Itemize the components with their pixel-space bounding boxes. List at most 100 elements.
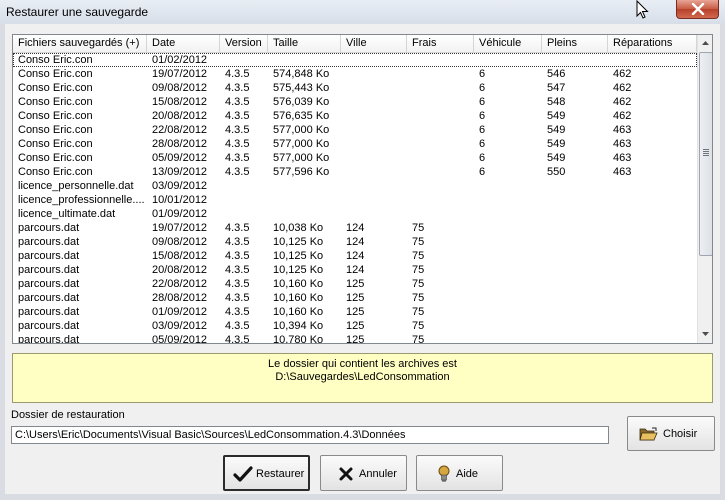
table-row[interactable]: Conso Eric.con 22/08/2012 4.3.5 577,000 Ko 6… xyxy=(13,123,697,137)
table-row[interactable]: Conso Eric.con 01/02/2012 xyxy=(13,53,697,67)
column-header[interactable]: Fichiers sauvegardés (+) xyxy=(13,35,147,52)
table-cell xyxy=(608,179,697,193)
column-header[interactable]: Réparations xyxy=(608,35,697,52)
restore-folder-field[interactable]: C:\Users\Eric\Documents\Visual Basic\Sou… xyxy=(11,426,609,444)
cancel-label: Annuler xyxy=(359,468,397,480)
column-header[interactable]: Date xyxy=(147,35,220,52)
table-cell: 28/08/2012 xyxy=(152,292,208,304)
table-cell xyxy=(608,249,697,263)
table-row[interactable]: parcours.dat 01/09/2012 4.3.5 10,160 Ko 125 7… xyxy=(13,305,697,319)
close-button[interactable] xyxy=(676,0,719,19)
scroll-down-button[interactable] xyxy=(698,326,712,342)
table-row[interactable]: parcours.dat 22/08/2012 4.3.5 10,160 Ko 125 7… xyxy=(13,277,697,291)
table-row[interactable]: parcours.dat 15/08/2012 4.3.5 10,125 Ko 124 7… xyxy=(13,249,697,263)
column-header[interactable]: Frais xyxy=(407,35,474,52)
table-cell: 01/02/2012 xyxy=(152,54,208,66)
table-cell: 4.3.5 xyxy=(225,250,250,262)
table-cell xyxy=(341,53,407,67)
table-cell: 4.3.5 xyxy=(225,320,250,332)
help-button[interactable]: Aide xyxy=(416,455,503,491)
restore-folder-label: Dossier de restauration xyxy=(11,409,125,421)
scroll-thumb[interactable] xyxy=(699,52,712,256)
table-cell: parcours.dat xyxy=(18,236,80,248)
table-cell xyxy=(608,263,697,277)
table-cell xyxy=(341,193,407,207)
table-cell xyxy=(542,305,608,319)
table-cell xyxy=(474,221,542,235)
table-cell: parcours.dat xyxy=(18,334,80,343)
table-cell xyxy=(474,305,542,319)
table-row[interactable]: Conso Eric.con 20/08/2012 4.3.5 576,635 Ko 6… xyxy=(13,109,697,123)
table-cell: 10,160 Ko xyxy=(273,306,324,318)
table-cell: 75 xyxy=(412,250,425,262)
table-cell: 462 xyxy=(613,96,632,108)
table-cell xyxy=(542,221,608,235)
table-cell: 4.3.5 xyxy=(225,306,250,318)
table-row[interactable]: licence_personnelle.dat 03/09/2012 xyxy=(13,179,697,193)
vertical-scrollbar[interactable] xyxy=(697,35,712,343)
backup-file-list[interactable]: Fichiers sauvegardés (+) Date Version Taill… xyxy=(12,34,713,344)
table-cell: 19/07/2012 xyxy=(152,222,208,234)
table-cell: 577,000 Ko xyxy=(273,124,330,136)
table-row[interactable]: Conso Eric.con 09/08/2012 4.3.5 575,443 Ko 6… xyxy=(13,81,697,95)
table-cell xyxy=(608,207,697,221)
table-cell xyxy=(542,291,608,305)
table-cell xyxy=(407,151,474,165)
table-row[interactable]: Conso Eric.con 19/07/2012 4.3.5 574,848 Ko 6… xyxy=(13,67,697,81)
table-cell xyxy=(542,249,608,263)
table-cell: 10,160 Ko xyxy=(273,278,324,290)
table-row[interactable]: licence_ultimate.dat 01/09/2012 xyxy=(13,207,697,221)
table-cell: 10,394 Ko xyxy=(273,320,324,332)
table-cell xyxy=(341,137,407,151)
table-cell xyxy=(220,179,268,193)
table-cell xyxy=(474,277,542,291)
column-header[interactable]: Véhicule xyxy=(474,35,542,52)
column-header[interactable]: Taille xyxy=(268,35,341,52)
table-cell: 75 xyxy=(412,236,425,248)
column-header[interactable]: Pleins xyxy=(542,35,608,52)
table-row[interactable]: parcours.dat 20/08/2012 4.3.5 10,125 Ko 124 7… xyxy=(13,263,697,277)
table-cell xyxy=(341,123,407,137)
column-header[interactable]: Ville xyxy=(341,35,407,52)
table-cell: 05/09/2012 xyxy=(152,334,208,343)
table-cell: 10,780 Ko xyxy=(273,334,324,343)
table-cell xyxy=(407,109,474,123)
table-row[interactable]: parcours.dat 28/08/2012 4.3.5 10,160 Ko 125 7… xyxy=(13,291,697,305)
table-cell: 20/08/2012 xyxy=(152,110,208,122)
lightbulb-icon xyxy=(438,465,450,482)
table-cell: Conso Eric.con xyxy=(18,166,93,178)
table-cell xyxy=(608,277,697,291)
table-cell xyxy=(608,305,697,319)
table-cell: 75 xyxy=(412,306,425,318)
table-cell: parcours.dat xyxy=(18,306,80,318)
table-row[interactable]: Conso Eric.con 15/08/2012 4.3.5 576,039 Ko 6… xyxy=(13,95,697,109)
scroll-up-button[interactable] xyxy=(698,35,712,51)
grip-line xyxy=(703,153,709,154)
column-header[interactable]: Version xyxy=(220,35,268,52)
restore-button[interactable]: Restaurer xyxy=(223,455,310,491)
table-cell xyxy=(542,263,608,277)
mouse-cursor-icon xyxy=(636,0,649,19)
table-cell: 124 xyxy=(346,236,365,248)
table-cell: 4.3.5 xyxy=(225,152,250,164)
table-cell xyxy=(474,333,542,343)
table-row[interactable]: parcours.dat 09/08/2012 4.3.5 10,125 Ko 124 7… xyxy=(13,235,697,249)
table-cell xyxy=(608,333,697,343)
table-row[interactable]: parcours.dat 03/09/2012 4.3.5 10,394 Ko 125 7… xyxy=(13,319,697,333)
table-cell: 4.3.5 xyxy=(225,82,250,94)
table-row[interactable]: Conso Eric.con 28/08/2012 4.3.5 577,000 Ko 6… xyxy=(13,137,697,151)
cancel-button[interactable]: Annuler xyxy=(320,455,407,491)
archive-folder-info: Le dossier qui contient les archives est… xyxy=(12,353,713,403)
table-cell xyxy=(341,151,407,165)
table-cell xyxy=(407,81,474,95)
table-cell: 10,125 Ko xyxy=(273,264,324,276)
table-row[interactable]: Conso Eric.con 05/09/2012 4.3.5 577,000 Ko 6… xyxy=(13,151,697,165)
table-row[interactable]: parcours.dat 05/09/2012 4.3.5 10,780 Ko 125 7… xyxy=(13,333,697,343)
table-row[interactable]: parcours.dat 19/07/2012 4.3.5 10,038 Ko 124 7… xyxy=(13,221,697,235)
table-row[interactable]: licence_professionnelle.... 10/01/2012 xyxy=(13,193,697,207)
table-cell xyxy=(474,179,542,193)
choose-folder-button[interactable]: Choisir xyxy=(627,416,715,451)
table-cell xyxy=(542,333,608,343)
table-row[interactable]: Conso Eric.con 13/09/2012 4.3.5 577,596 Ko 6… xyxy=(13,165,697,179)
table-cell: 6 xyxy=(479,152,486,164)
